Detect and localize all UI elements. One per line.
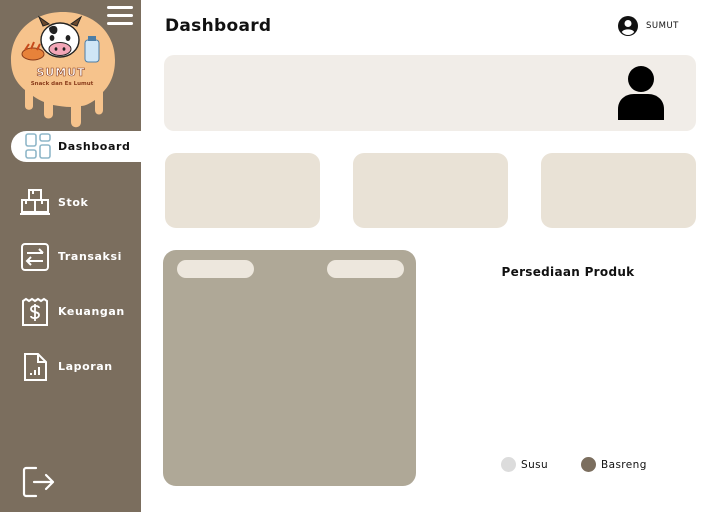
stat-card bbox=[541, 153, 696, 228]
dashboard-grid-icon bbox=[25, 133, 51, 159]
chart-title: Persediaan Produk bbox=[501, 265, 635, 279]
boxes-icon bbox=[20, 189, 50, 215]
user-name: SUMUT bbox=[646, 21, 679, 31]
hamburger-line bbox=[107, 6, 133, 9]
welcome-banner bbox=[164, 55, 696, 131]
summary-panel bbox=[163, 250, 416, 486]
sidebar-item-label: Laporan bbox=[58, 360, 113, 373]
receipt-dollar-icon bbox=[22, 297, 48, 326]
transfer-icon bbox=[21, 243, 49, 271]
sidebar: SUMUT Snack dan Es Lumut Dashboard Stok … bbox=[0, 0, 146, 512]
user-avatar-icon bbox=[618, 66, 664, 120]
legend-label: Susu bbox=[521, 459, 549, 471]
sidebar-item-label: Keuangan bbox=[58, 305, 125, 318]
sidebar-item-label: Transaksi bbox=[58, 250, 122, 263]
legend-swatch bbox=[581, 457, 596, 472]
brand-logo: SUMUT Snack dan Es Lumut bbox=[9, 10, 117, 130]
panel-tab[interactable] bbox=[177, 260, 254, 278]
sidebar-item-transaksi[interactable]: Transaksi bbox=[0, 240, 141, 274]
sidebar-item-label: Stok bbox=[58, 196, 89, 209]
sidebar-item-laporan[interactable]: Laporan bbox=[0, 350, 141, 384]
sidebar-item-keuangan[interactable]: Keuangan bbox=[0, 295, 141, 329]
stat-card bbox=[353, 153, 508, 228]
legend-swatch bbox=[501, 457, 516, 472]
sidebar-item-dashboard[interactable]: Dashboard bbox=[0, 130, 146, 164]
brand-name: SUMUT bbox=[36, 66, 86, 80]
logout-icon[interactable] bbox=[22, 466, 56, 498]
stat-card bbox=[165, 153, 320, 228]
legend-label: Basreng bbox=[601, 459, 647, 471]
user-circle-icon bbox=[618, 16, 638, 36]
sidebar-item-label: Dashboard bbox=[58, 140, 131, 153]
brand-tagline: Snack dan Es Lumut bbox=[30, 81, 94, 87]
page-title: Dashboard bbox=[165, 16, 272, 36]
report-document-icon bbox=[24, 353, 47, 381]
sidebar-item-stok[interactable]: Stok bbox=[0, 186, 141, 220]
panel-tab[interactable] bbox=[327, 260, 404, 278]
